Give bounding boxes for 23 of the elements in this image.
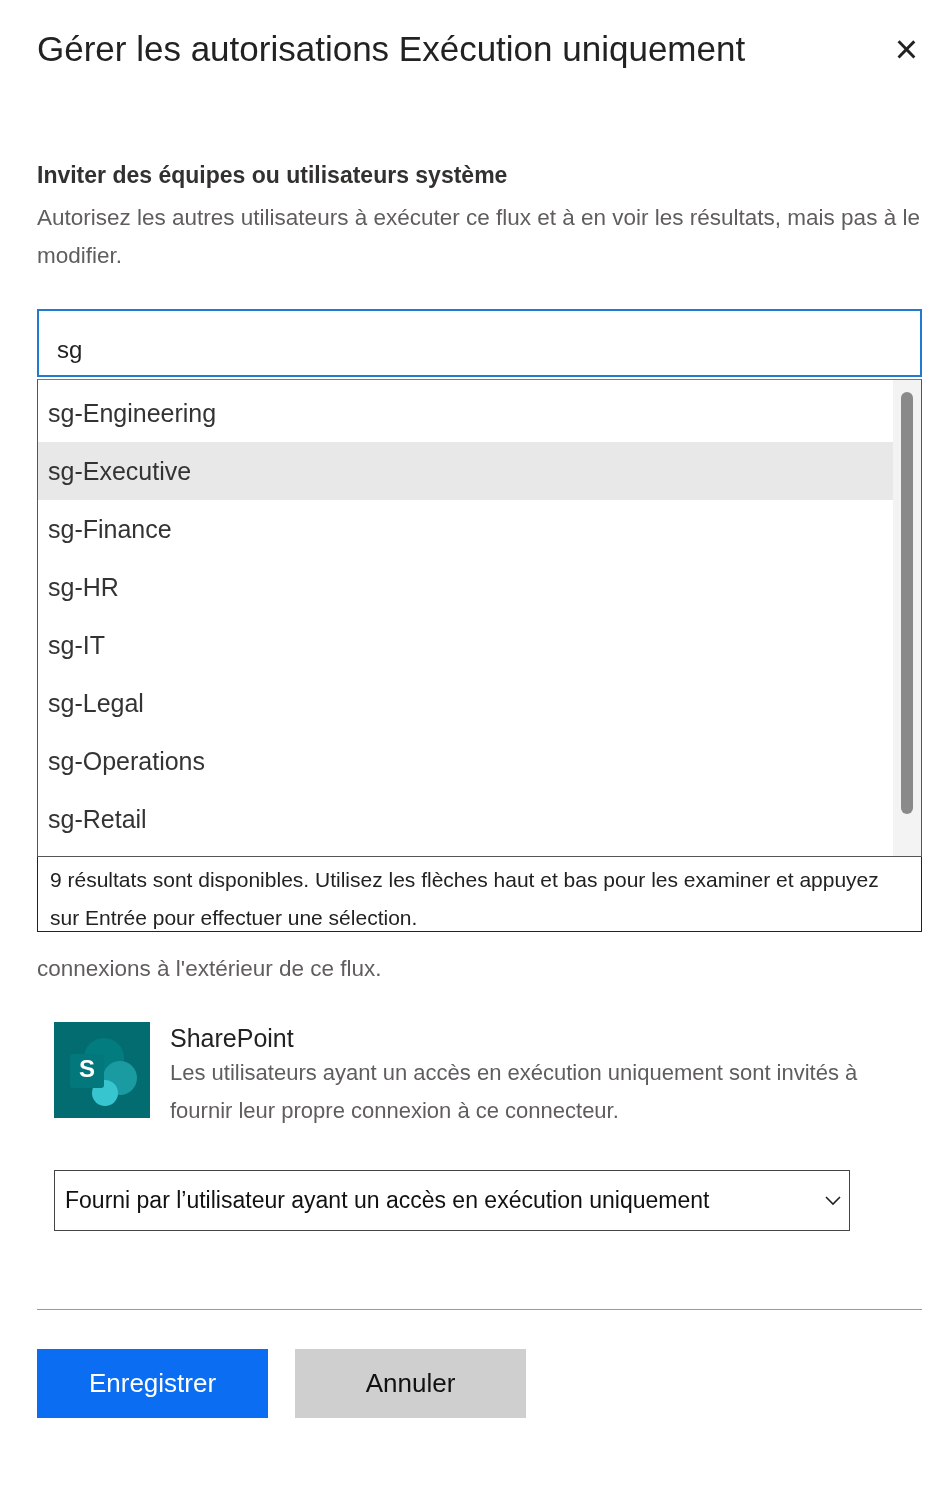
section-description: Autorisez les autres utilisateurs à exécuter ce flux et à en voir les résultats, mais pas à le modifier. bbox=[37, 204, 921, 270]
section-heading: Inviter des équipes ou utilisateurs système bbox=[37, 162, 509, 189]
connection-dropdown[interactable]: Fourni par l’utilisateur ayant un accès en exécution uniquement bbox=[54, 1170, 850, 1231]
suggestion-item[interactable]: sg-Retail bbox=[38, 790, 893, 848]
connections-note: connexions à l'extérieur de ce flux. bbox=[37, 955, 383, 983]
suggestion-item[interactable]: sg-Legal bbox=[38, 674, 893, 732]
connector-description: Les utilisateurs ayant un accès en exécution uniquement sont invités à fournir leur propre connexion à ce connecteur. bbox=[170, 1059, 859, 1125]
chevron-down-icon bbox=[825, 1195, 841, 1206]
close-button[interactable]: × bbox=[890, 29, 922, 69]
search-field[interactable]: sg bbox=[37, 309, 922, 377]
suggestion-item[interactable]: sg-HR bbox=[38, 558, 893, 616]
dialog-title: Gérer les autorisations Exécution uniquement bbox=[37, 29, 746, 69]
suggestion-item[interactable]: sg-Operations bbox=[38, 732, 893, 790]
suggestion-item[interactable]: sg-IT bbox=[38, 616, 893, 674]
connector-name: SharePoint bbox=[170, 1023, 295, 1054]
suggestion-item[interactable]: sg-Finance bbox=[38, 500, 893, 558]
results-hint: 9 résultats sont disponibles. Utilisez les flèches haut et bas pour les examiner et appuyez sur Entrée pour effectuer une sélection. bbox=[37, 857, 922, 932]
cancel-button[interactable]: Annuler bbox=[295, 1349, 526, 1418]
sharepoint-logo: S bbox=[54, 1022, 150, 1118]
suggestion-item[interactable]: sg-Executive bbox=[38, 442, 893, 500]
suggestion-item[interactable]: sg-Engineering bbox=[38, 384, 893, 442]
scrollbar-thumb[interactable] bbox=[901, 392, 913, 814]
save-button[interactable]: Enregistrer bbox=[37, 1349, 268, 1418]
